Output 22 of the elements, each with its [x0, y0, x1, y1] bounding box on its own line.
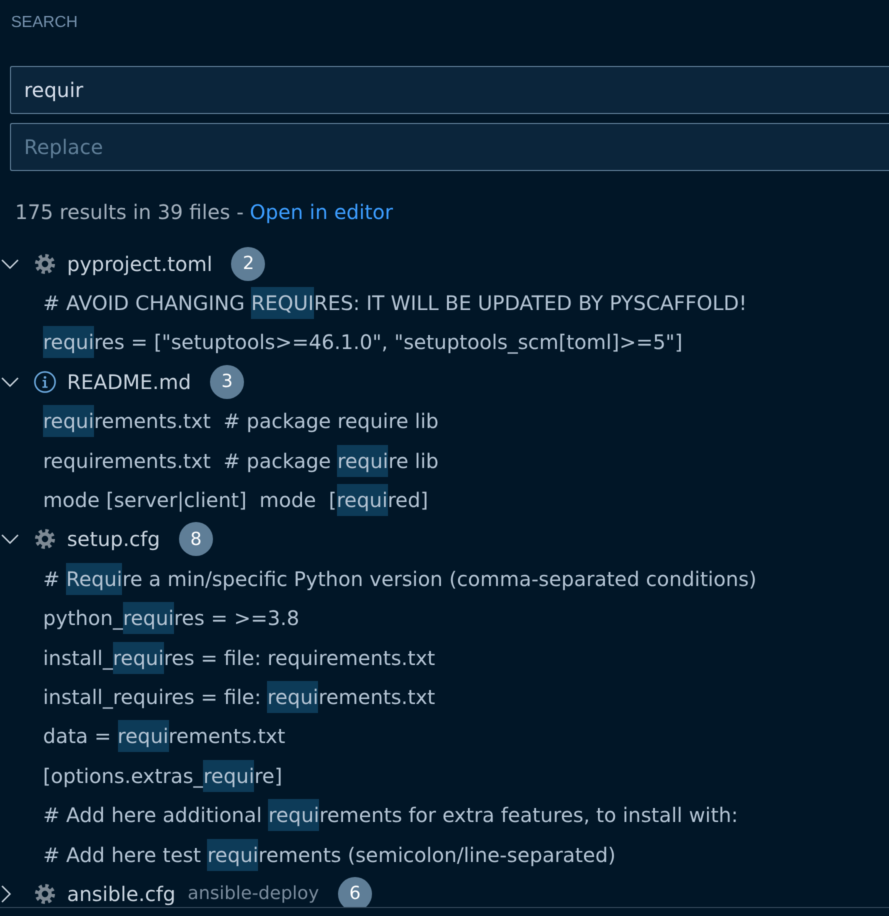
chevron-down-icon[interactable]	[1, 534, 19, 544]
file-name[interactable]: setup.cfg	[67, 527, 160, 552]
panel-title: SEARCH	[11, 14, 78, 32]
search-field[interactable]: requir	[10, 66, 889, 114]
gear-icon	[35, 529, 55, 550]
match-count-badge: 8	[179, 522, 214, 556]
folder-name: ansible-deploy	[188, 883, 319, 904]
chevron-down-icon[interactable]	[1, 376, 19, 387]
match-count-badge: 6	[338, 876, 372, 907]
file-name[interactable]: pyproject.toml	[67, 252, 212, 276]
gear-icon	[35, 254, 55, 274]
open-in-editor-link[interactable]: Open in editor	[250, 200, 393, 224]
chevron-right-icon[interactable]	[1, 884, 11, 903]
results-summary: 175 results in 39 files -	[15, 200, 244, 224]
file-name[interactable]: README.md	[67, 370, 192, 394]
replace-field[interactable]: Replace	[10, 123, 889, 171]
file-name[interactable]: ansible.cfg	[67, 882, 176, 906]
info-icon	[34, 370, 56, 393]
chevron-down-icon[interactable]	[1, 258, 19, 269]
match-count-badge: 2	[231, 246, 266, 281]
gear-icon	[35, 884, 55, 904]
match-count-badge: 3	[210, 364, 244, 399]
